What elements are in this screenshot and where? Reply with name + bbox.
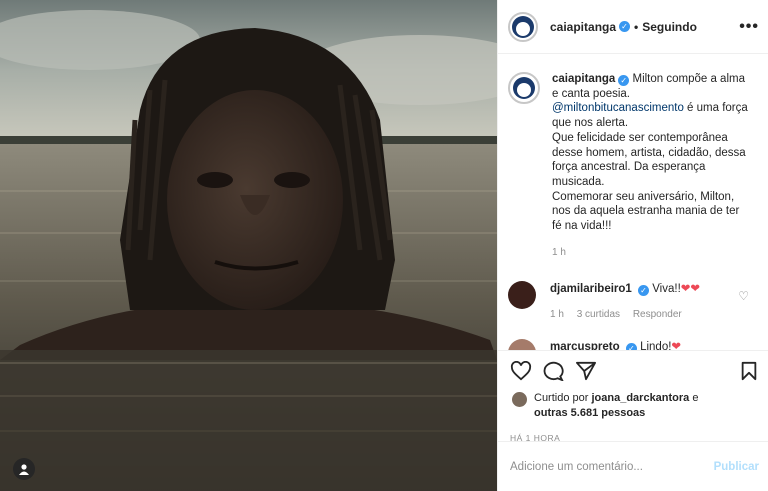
liked-by-and: e xyxy=(689,392,699,404)
comments-list: caiapitanga ✓ Milton compõe a alma e cant… xyxy=(498,55,768,350)
follow-status-button[interactable]: Seguindo xyxy=(642,20,697,34)
share-icon[interactable] xyxy=(575,361,597,386)
caption-line3: Que felicidade ser contemporânea desse h… xyxy=(552,131,746,188)
instagram-post-modal: caiapitanga ✓ • Seguindo ••• caiapitanga… xyxy=(0,0,768,491)
add-comment-bar: Adicione um comentário... Publicar xyxy=(498,441,768,491)
comment-text: Lindo! xyxy=(640,341,672,350)
caption-time: 1 h xyxy=(552,246,566,258)
comment-reply-button[interactable]: Responder xyxy=(633,309,682,320)
verified-icon: ✓ xyxy=(625,343,637,350)
user-tag-icon[interactable] xyxy=(13,458,35,480)
verified-icon: ✓ xyxy=(618,75,630,86)
comment-avatar[interactable] xyxy=(508,281,536,309)
heart-emoji: ❤❤ xyxy=(680,283,701,295)
publish-button[interactable]: Publicar xyxy=(714,461,759,473)
caption-avatar[interactable] xyxy=(508,72,540,104)
author-username[interactable]: caiapitanga xyxy=(550,20,616,34)
comment-username[interactable]: marcuspreto xyxy=(550,341,620,350)
liked-by: Curtido por joana_darckantora e outras 5… xyxy=(498,391,768,421)
separator-dot: • xyxy=(634,19,639,34)
liked-by-avatar[interactable] xyxy=(512,392,527,407)
comment-item: djamilaribeiro1 ✓ Viva!!❤❤ 1 h 3 curtida… xyxy=(498,281,768,320)
comment-text: Viva!! xyxy=(652,283,681,295)
liked-by-user[interactable]: joana_darckantora xyxy=(591,392,689,404)
caption-mention[interactable]: @miltonbitucanascimento xyxy=(552,102,684,114)
comment-likes[interactable]: 3 curtidas xyxy=(577,309,620,320)
verified-icon: ✓ xyxy=(638,285,650,296)
bookmark-icon[interactable] xyxy=(739,361,759,386)
comment-avatar[interactable] xyxy=(508,339,536,350)
author-avatar[interactable] xyxy=(508,11,538,42)
comment-time: 1 h xyxy=(550,309,564,320)
comment-like-heart-icon[interactable]: ♡ xyxy=(738,289,749,303)
comment-input[interactable]: Adicione um comentário... xyxy=(510,461,643,473)
caption: caiapitanga ✓ Milton compõe a alma e cant… xyxy=(498,55,768,260)
more-options-icon[interactable]: ••• xyxy=(739,18,759,36)
liked-by-prefix: Curtido por xyxy=(534,392,592,404)
comment-item: marcuspreto ✓ Lindo!❤ xyxy=(498,339,768,350)
post-side-panel: caiapitanga ✓ • Seguindo ••• caiapitanga… xyxy=(497,0,768,491)
liked-by-others[interactable]: outras 5.681 pessoas xyxy=(534,407,645,419)
post-header: caiapitanga ✓ • Seguindo ••• xyxy=(498,0,768,54)
heart-emoji: ❤ xyxy=(671,341,682,350)
comment-icon[interactable] xyxy=(542,361,564,386)
heart-icon[interactable] xyxy=(510,360,532,386)
caption-username[interactable]: caiapitanga xyxy=(552,73,615,85)
comment-username[interactable]: djamilaribeiro1 xyxy=(550,283,632,295)
verified-icon: ✓ xyxy=(619,21,631,32)
caption-line4: Comemorar seu aniversário, Milton, nos d… xyxy=(552,190,740,233)
post-photo[interactable] xyxy=(0,0,497,491)
